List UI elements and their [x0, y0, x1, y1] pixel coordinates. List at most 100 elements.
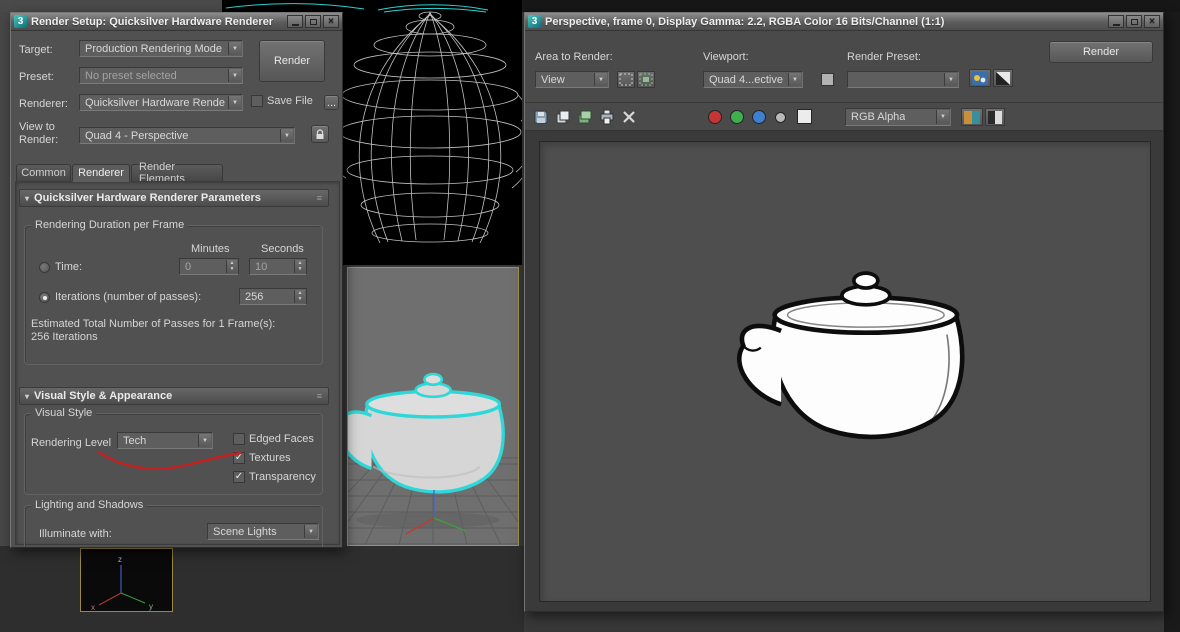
tab-renderer[interactable]: Renderer [72, 164, 130, 182]
lighting-shadows-group-title: Lighting and Shadows [31, 499, 148, 511]
browse-file-button[interactable]: ... [324, 95, 339, 110]
red-annotation-squiggle [97, 450, 243, 470]
area-to-render-select[interactable]: View ▼ [535, 71, 609, 88]
green-channel-button[interactable] [730, 110, 744, 124]
window-title: Render Setup: Quicksilver Hardware Rende… [31, 15, 274, 28]
illuminate-with-label: Illuminate with: [39, 528, 112, 540]
target-select[interactable]: Production Rendering Mode ▼ [79, 40, 243, 57]
3dsmax-logo-icon: 3 [14, 15, 27, 28]
close-button[interactable]: × [323, 15, 339, 28]
transparency-checkbox[interactable]: Transparency [233, 471, 316, 483]
frame-render-button[interactable]: Render [1049, 41, 1153, 63]
chevron-down-icon: ▼ [228, 69, 241, 82]
maximize-icon [1130, 18, 1138, 25]
checkbox-icon [233, 471, 245, 483]
edit-region-button[interactable] [617, 71, 635, 88]
tab-common[interactable]: Common [16, 164, 71, 182]
viewport-lock-swatch[interactable] [821, 73, 834, 86]
edged-faces-checkbox[interactable]: Edged Faces [233, 433, 314, 445]
maximize-button[interactable] [305, 15, 321, 28]
y-axis-label: y [149, 602, 153, 611]
checkbox-icon [251, 95, 263, 107]
preset-label: Preset: [19, 71, 54, 83]
chevron-down-icon: ▼ [280, 129, 293, 142]
copy-icon [556, 110, 570, 124]
render-preset-label: Render Preset: [847, 51, 921, 63]
lock-view-button[interactable] [311, 125, 329, 143]
radio-icon [39, 261, 50, 273]
lock-icon [316, 128, 324, 139]
bw-swatch-icon [996, 71, 1010, 85]
render-setup-shortcut-button[interactable] [969, 69, 991, 87]
rollout-open-icon: ▾ [25, 391, 30, 401]
iterations-spinner[interactable]: 256 ▲ ▼ [239, 288, 307, 305]
minimize-button[interactable] [287, 15, 303, 28]
render-canvas [539, 141, 1151, 602]
visual-style-group-title: Visual Style [31, 407, 97, 419]
print-image-button[interactable] [597, 107, 617, 127]
thumbnail-color-icon [964, 110, 980, 124]
rollout-grip-icon: ≡ [316, 391, 323, 401]
time-seconds-spinner[interactable]: 10 ▲ ▼ [249, 258, 307, 275]
right-edge-strip [1164, 12, 1180, 632]
spinner-arrows-icon[interactable]: ▲ ▼ [294, 260, 305, 273]
estimated-passes-line2: 256 Iterations [31, 331, 98, 343]
auto-region-icon [639, 73, 653, 86]
spinner-arrows-icon[interactable]: ▲ ▼ [294, 290, 305, 303]
region-icon [619, 73, 633, 86]
rendering-duration-group-title: Rendering Duration per Frame [31, 219, 189, 231]
channel-display-select[interactable]: RGB Alpha ▼ [845, 108, 951, 126]
save-image-button[interactable] [531, 107, 551, 127]
rollout-quicksilver-parameters[interactable]: ▾ Quicksilver Hardware Renderer Paramete… [19, 189, 329, 207]
chevron-down-icon: ▼ [304, 525, 317, 538]
rollout-visual-style[interactable]: ▾ Visual Style & Appearance ≡ [19, 387, 329, 405]
maximize-button[interactable] [1126, 15, 1142, 28]
window-title: Perspective, frame 0, Display Gamma: 2.2… [545, 15, 945, 28]
time-minutes-spinner[interactable]: 0 ▲ ▼ [179, 258, 239, 275]
toon-render-teapot [736, 271, 965, 440]
iterations-radio[interactable]: Iterations (number of passes): [39, 291, 201, 303]
environment-shortcut-button[interactable] [993, 69, 1013, 87]
target-label: Target: [19, 44, 53, 56]
close-button[interactable]: × [1144, 15, 1160, 28]
viewport-select[interactable]: Quad 4...ective ▼ [703, 71, 803, 88]
tab-render-elements[interactable]: Render Elements [131, 161, 223, 185]
perspective-viewport[interactable] [347, 267, 519, 546]
clear-button[interactable] [619, 107, 639, 127]
home-axis-gizmo: z x y [91, 555, 153, 612]
area-to-render-label: Area to Render: [535, 51, 613, 63]
render-button[interactable]: Render [259, 40, 325, 82]
renderer-label: Renderer: [19, 98, 68, 110]
orthographic-viewport[interactable]: z x y [80, 548, 173, 612]
copy-image-button[interactable] [553, 107, 573, 127]
renderer-select[interactable]: Quicksilver Hardware Renderer ▼ [79, 94, 243, 111]
save-file-checkbox[interactable]: Save File [251, 95, 313, 107]
render-preset-select[interactable]: ▼ [847, 71, 959, 88]
clone-icon [578, 110, 592, 124]
chevron-down-icon: ▼ [788, 73, 801, 86]
chevron-down-icon: ▼ [936, 110, 949, 124]
minimize-button[interactable] [1108, 15, 1124, 28]
color-correction-button[interactable] [985, 108, 1005, 126]
radio-icon [39, 291, 50, 303]
alpha-channel-button[interactable] [775, 112, 786, 123]
color-swatch-icon [972, 71, 988, 85]
time-radio[interactable]: Time: [39, 261, 82, 273]
3dsmax-logo-icon: 3 [528, 15, 541, 28]
spinner-arrows-icon[interactable]: ▲ ▼ [226, 260, 237, 273]
monochrome-button[interactable] [797, 109, 812, 124]
blue-channel-button[interactable] [752, 110, 766, 124]
x-axis-label: x [91, 603, 95, 611]
red-channel-button[interactable] [708, 110, 722, 124]
preset-select[interactable]: No preset selected ▼ [79, 67, 243, 84]
clone-window-button[interactable] [575, 107, 595, 127]
auto-region-button[interactable] [637, 71, 655, 88]
chevron-down-icon: ▼ [228, 42, 241, 55]
render-setup-titlebar[interactable]: 3 Render Setup: Quicksilver Hardware Ren… [11, 13, 342, 31]
layer-display-button[interactable] [961, 108, 983, 126]
illuminate-with-select[interactable]: Scene Lights ▼ [207, 523, 319, 540]
rendered-frame-window: 3 Perspective, frame 0, Display Gamma: 2… [524, 12, 1164, 612]
view-to-render-select[interactable]: Quad 4 - Perspective ▼ [79, 127, 295, 144]
frame-window-titlebar[interactable]: 3 Perspective, frame 0, Display Gamma: 2… [525, 13, 1163, 31]
close-icon: × [1149, 15, 1155, 27]
